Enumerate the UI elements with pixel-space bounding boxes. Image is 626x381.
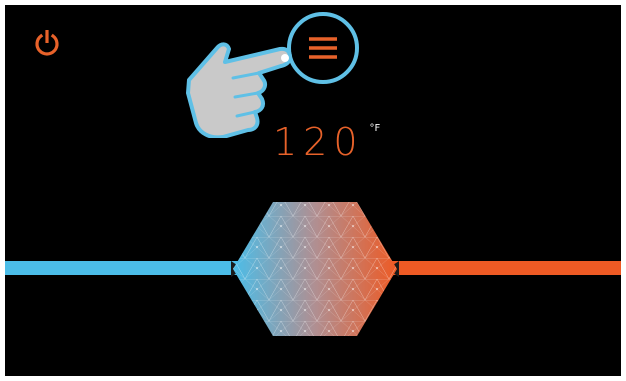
temperature-slider[interactable] [5,195,621,345]
menu-button[interactable] [287,12,359,84]
thermostat-screen: 120 °F [5,5,621,376]
slider-thumb[interactable] [229,199,401,339]
cold-track [5,261,243,275]
temperature-unit: °F [369,123,381,134]
power-icon [35,30,59,56]
hamburger-menu-icon [309,37,337,59]
power-button[interactable] [27,23,67,63]
temperature-value: 120 [273,120,364,164]
hot-track [387,261,621,275]
temperature-display: 120 °F [273,117,380,167]
